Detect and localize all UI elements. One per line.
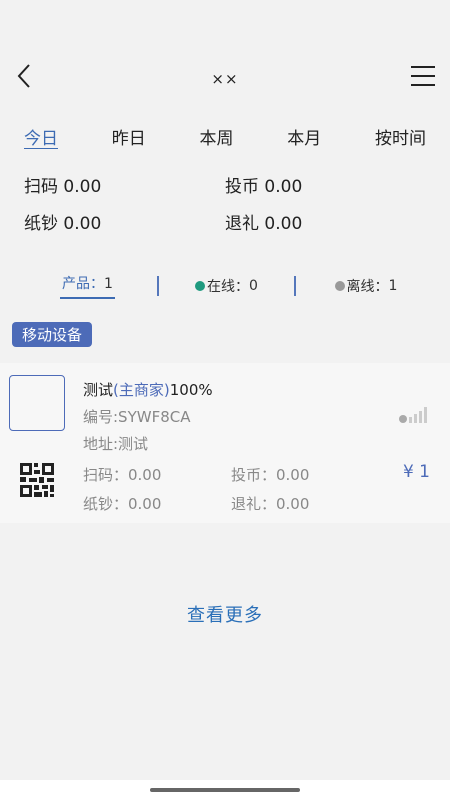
status-bar [0, 0, 450, 48]
device-stats: 扫码：0.00 投币：0.00 纸钞：0.00 退礼：0.00 [83, 464, 351, 514]
offline-dot-icon [334, 281, 345, 291]
offline-value: 1 [388, 278, 398, 294]
offline-count-tab[interactable]: 离线： 1 [296, 276, 436, 296]
tab-today[interactable]: 今日 [24, 124, 58, 154]
home-indicator [150, 788, 300, 792]
signal-icon [399, 407, 427, 423]
summary-stats: 扫码 0.00 投币 0.00 纸钞 0.00 退礼 0.00 [12, 154, 438, 234]
products-count-tab[interactable]: 产品：1 [12, 273, 157, 299]
more-row: 查看更多 [0, 523, 450, 627]
back-button[interactable] [16, 62, 40, 90]
chevron-left-icon [17, 64, 30, 88]
device-image [9, 375, 65, 431]
summary-coin: 投币 0.00 [225, 177, 303, 197]
products-label: 产品： [62, 276, 105, 292]
device-code: 编号:SYWF8CA [83, 408, 191, 426]
menu-button[interactable] [410, 62, 438, 90]
qr-code-icon[interactable] [20, 463, 54, 497]
device-coin: 投币：0.00 [231, 466, 310, 484]
page-title: ×× [211, 70, 239, 88]
device-price: ¥ 1 [402, 462, 430, 482]
online-label: 在线： [207, 279, 250, 295]
summary-cash: 纸钞 0.00 [24, 214, 102, 234]
device-cash: 纸钞：0.00 [83, 495, 162, 513]
online-count-tab[interactable]: 在线： 0 [159, 276, 294, 296]
device-scan: 扫码：0.00 [83, 466, 162, 484]
mobile-device-badge: 移动设备 [12, 322, 93, 347]
tab-yesterday[interactable]: 昨日 [112, 124, 146, 154]
summary-scan: 扫码 0.00 [24, 177, 102, 197]
tab-by-time[interactable]: 按时间 [375, 124, 426, 154]
section-header: 移动设备 [0, 308, 450, 363]
offline-label: 离线： [346, 279, 389, 295]
nav-bar: ×× [0, 48, 450, 104]
tab-this-week[interactable]: 本周 [200, 124, 234, 154]
device-card[interactable]: 测试(主商家)100% 编号:SYWF8CA 地址:测试 扫码：0.00 投币：… [0, 363, 450, 523]
view-more-link[interactable]: 查看更多 [187, 605, 263, 626]
online-dot-icon [195, 281, 206, 291]
filter-panel: 今日 昨日 本周 本月 按时间 扫码 0.00 投币 0.00 纸钞 0.00 … [0, 104, 450, 308]
period-tabs: 今日 昨日 本周 本月 按时间 [12, 104, 438, 154]
summary-refund: 退礼 0.00 [225, 214, 303, 234]
device-refund: 退礼：0.00 [231, 495, 310, 513]
products-value: 1 [104, 276, 113, 292]
tab-this-month[interactable]: 本月 [287, 124, 321, 154]
device-address: 地址:测试 [83, 435, 149, 453]
menu-icon [410, 66, 435, 86]
online-value: 0 [249, 278, 258, 294]
device-share: 100% [169, 381, 213, 399]
device-name-text: 测试 [83, 381, 114, 399]
device-counts: 产品：1 在线： 0 离线： 1 [12, 234, 438, 308]
device-role: (主商家) [113, 381, 170, 399]
device-name: 测试(主商家)100% [83, 379, 213, 400]
